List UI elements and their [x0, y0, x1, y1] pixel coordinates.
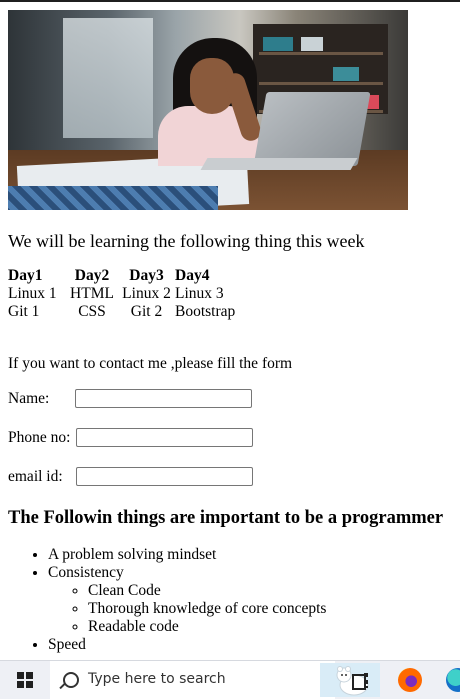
table-cell: Git 2 [130, 303, 163, 320]
list-item: Consistency Clean Code Thorough knowledg… [48, 564, 326, 636]
table-header-row: Day1 Day2 Day3 Day4 [8, 267, 235, 285]
table-cell: Linux 3 [175, 285, 224, 302]
table-cell: Linux 1 [8, 285, 57, 302]
table-cell: HTML [70, 285, 114, 302]
table-row: Linux 1 HTML Linux 2 Linux 3 [8, 285, 235, 303]
email-label: email id: [8, 468, 63, 485]
phone-field[interactable] [76, 428, 253, 447]
table-row: Git 1 CSS Git 2 Bootstrap [8, 303, 235, 321]
table-cell: Linux 2 [122, 285, 171, 302]
firefox-icon[interactable] [398, 668, 422, 692]
table-header: Day2 [74, 267, 110, 284]
contact-note: If you want to contact me ,please fill t… [8, 355, 293, 372]
schedule-table: Day1 Day2 Day3 Day4 Linux 1 HTML Linux 2… [8, 267, 235, 321]
section-heading: The Followin things are important to be … [8, 508, 444, 528]
hero-image [8, 10, 408, 210]
skills-list: A problem solving mindset Consistency Cl… [8, 546, 326, 654]
table-cell: CSS [78, 303, 106, 320]
table-header: Day1 [8, 267, 43, 284]
start-button[interactable] [0, 661, 50, 699]
task-view-icon[interactable] [350, 671, 370, 690]
email-field[interactable] [76, 467, 253, 486]
table-header: Day3 [129, 267, 164, 284]
taskbar: Type here to search [0, 660, 460, 699]
table-header: Day4 [175, 267, 210, 284]
taskbar-search-box[interactable]: Type here to search [50, 661, 380, 699]
windows-start-icon [17, 672, 33, 688]
edge-icon[interactable] [446, 668, 460, 692]
search-icon [63, 672, 79, 688]
sub-list-item: Readable code [88, 618, 326, 636]
table-cell: Git 1 [8, 303, 40, 320]
sub-list-item: Thorough knowledge of core concepts [88, 600, 326, 618]
name-label: Name: [8, 390, 50, 407]
list-item-label: Consistency [48, 564, 124, 581]
phone-label: Phone no: [8, 429, 71, 446]
list-item: Speed [48, 636, 326, 654]
name-field[interactable] [75, 389, 252, 408]
sub-list-item: Clean Code [88, 582, 326, 600]
table-cell: Bootstrap [175, 303, 236, 320]
sub-list: Clean Code Thorough knowledge of core co… [48, 582, 326, 636]
intro-text: We will be learning the following thing … [8, 231, 365, 251]
search-placeholder: Type here to search [88, 671, 226, 687]
window-top-border [0, 0, 460, 2]
list-item: A problem solving mindset [48, 546, 326, 564]
